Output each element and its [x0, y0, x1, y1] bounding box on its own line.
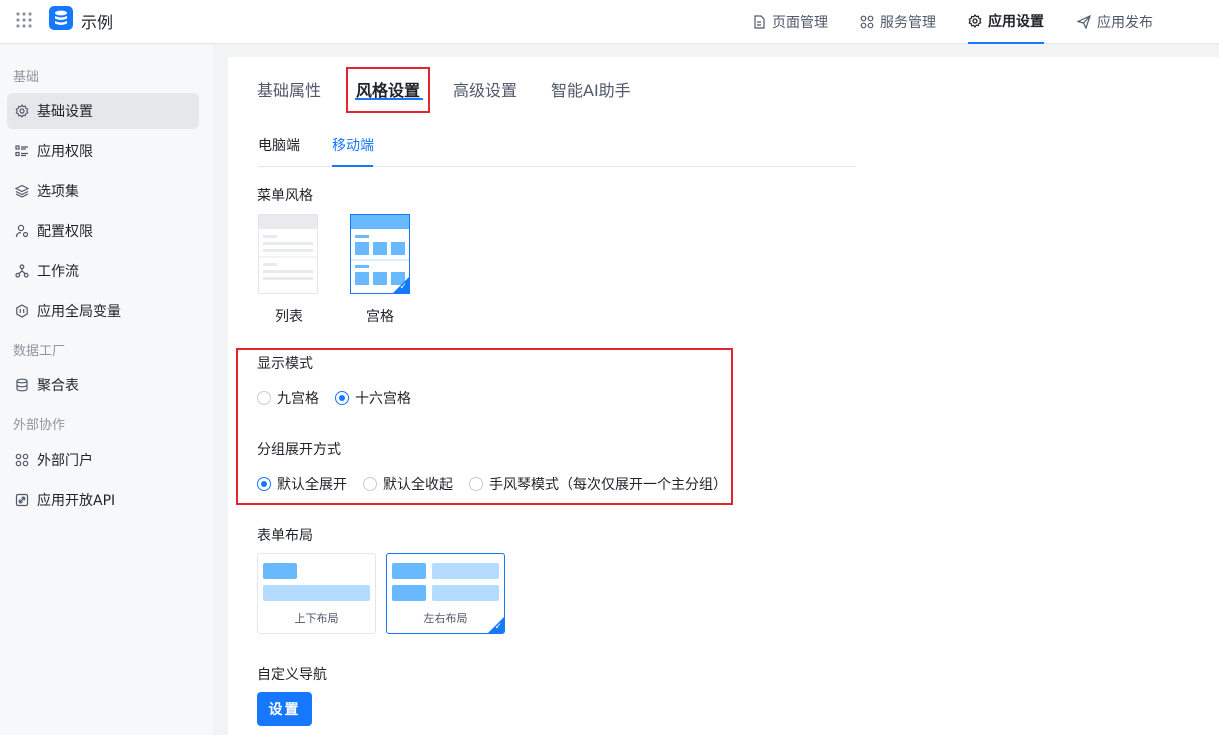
topnav-app-settings[interactable]: 应用设置	[968, 0, 1044, 44]
menu-style-grid-option[interactable]: ✓	[350, 214, 410, 294]
sidebar-item-external-portal[interactable]: 外部门户	[7, 442, 199, 478]
api-icon	[15, 493, 29, 507]
tab-ai-assistant[interactable]: 智能AI助手	[551, 77, 631, 101]
sidebar-item-label: 应用开放API	[37, 493, 116, 509]
sidebar-group-basic: 基础	[13, 70, 40, 85]
vertical-layout-preview-icon	[263, 563, 370, 601]
sidebar-item-app-permissions[interactable]: 应用权限	[7, 133, 199, 169]
list-layout-preview-icon	[259, 215, 317, 280]
radio-accordion[interactable]: 手风琴模式（每次仅展开一个主分组）	[469, 474, 727, 494]
sidebar-item-open-api[interactable]: 应用开放API	[7, 482, 199, 518]
display-mode-label: 显示模式	[257, 356, 313, 372]
radio-label: 手风琴模式（每次仅展开一个主分组）	[489, 477, 727, 493]
form-layout-horizontal-option[interactable]: 左右布局 ✓	[386, 553, 505, 634]
radio-sixteen-grid[interactable]: 十六宫格	[335, 388, 411, 408]
sidebar-item-label: 选项集	[37, 184, 79, 200]
subtab-mobile[interactable]: 移动端	[332, 135, 374, 155]
radio-button[interactable]	[469, 477, 483, 491]
send-icon	[1077, 15, 1091, 29]
user-key-icon	[15, 224, 29, 238]
form-layout-vertical-caption: 上下布局	[294, 612, 339, 625]
sidebar-group-external: 外部协作	[13, 418, 66, 433]
sidebar-item-label: 配置权限	[37, 224, 93, 240]
file-icon	[754, 15, 765, 29]
list-icon	[15, 144, 29, 158]
topnav-label: 应用设置	[988, 14, 1044, 30]
active-subtab-indicator	[332, 165, 373, 167]
sidebar-item-label: 工作流	[37, 264, 79, 280]
form-layout-label: 表单布局	[257, 528, 313, 544]
app-logo-icon	[49, 6, 73, 30]
horizontal-layout-preview-icon	[392, 563, 499, 601]
group-expand-label: 分组展开方式	[257, 442, 341, 458]
sidebar-item-basic-settings[interactable]: 基础设置	[7, 93, 199, 129]
sidebar-item-aggregate-table[interactable]: 聚合表	[7, 367, 199, 403]
form-layout-vertical-option[interactable]: 上下布局	[257, 553, 376, 634]
radio-collapse-all[interactable]: 默认全收起	[363, 474, 453, 494]
hexagon-icon	[15, 304, 29, 318]
radio-nine-grid[interactable]: 九宫格	[257, 388, 319, 408]
workflow-icon	[15, 264, 29, 278]
radio-label: 默认全收起	[383, 477, 453, 493]
menu-style-label: 菜单风格	[257, 188, 313, 204]
topnav-page-manage[interactable]: 页面管理	[752, 0, 828, 44]
radio-label: 九宫格	[277, 391, 319, 407]
top-bar: 示例 页面管理 服务管理 应用设置 应用发布	[0, 0, 1219, 44]
highlight-box-tab	[346, 67, 430, 113]
radio-button-selected[interactable]	[335, 391, 349, 405]
sidebar-item-label: 应用全局变量	[37, 304, 121, 320]
radio-label: 默认全展开	[277, 477, 347, 493]
sidebar-item-config-permissions[interactable]: 配置权限	[7, 213, 199, 249]
sidebar-item-label: 聚合表	[37, 378, 79, 394]
sidebar-item-option-sets[interactable]: 选项集	[7, 173, 199, 209]
gear-icon	[15, 104, 29, 118]
gear-icon	[968, 14, 982, 28]
sidebar-item-label: 应用权限	[37, 144, 93, 160]
form-layout-horizontal-caption: 左右布局	[423, 612, 468, 625]
topnav-app-publish[interactable]: 应用发布	[1077, 0, 1153, 44]
sidebar-item-global-variables[interactable]: 应用全局变量	[7, 293, 199, 329]
radio-expand-all[interactable]: 默认全展开	[257, 474, 347, 494]
apps-grid-icon[interactable]	[15, 11, 33, 29]
radio-button-selected[interactable]	[257, 477, 271, 491]
sidebar-group-data-factory: 数据工厂	[13, 344, 66, 359]
custom-nav-settings-button[interactable]: 设置	[257, 692, 312, 726]
radio-button[interactable]	[257, 391, 271, 405]
topnav-label: 服务管理	[880, 15, 936, 31]
radio-button[interactable]	[363, 477, 377, 491]
services-icon	[860, 15, 874, 29]
database-icon	[15, 378, 29, 392]
grid-dots-icon	[15, 453, 29, 467]
custom-nav-label: 自定义导航	[257, 667, 327, 683]
topnav-service-manage[interactable]: 服务管理	[860, 0, 936, 44]
tab-basic-properties[interactable]: 基础属性	[257, 77, 321, 101]
check-icon: ✓	[494, 622, 502, 632]
menu-style-grid-caption: 宫格	[366, 309, 394, 325]
sidebar-item-workflow[interactable]: 工作流	[7, 253, 199, 289]
layers-icon	[15, 184, 29, 198]
check-icon: ✓	[399, 282, 407, 292]
sidebar-item-label: 基础设置	[37, 104, 93, 120]
topnav-label: 应用发布	[1097, 15, 1153, 31]
topnav-label: 页面管理	[772, 15, 828, 31]
radio-label: 十六宫格	[355, 391, 411, 407]
menu-style-list-caption: 列表	[275, 309, 303, 325]
menu-style-list-option[interactable]	[258, 214, 318, 294]
app-name: 示例	[81, 13, 114, 32]
sidebar: 基础 基础设置 应用权限 选项集 配置权限 工作流 应用全局变量 数据工厂 聚合…	[0, 45, 213, 735]
tab-advanced-settings[interactable]: 高级设置	[453, 77, 517, 101]
sidebar-item-label: 外部门户	[37, 453, 93, 469]
subtab-desktop[interactable]: 电脑端	[258, 135, 300, 155]
